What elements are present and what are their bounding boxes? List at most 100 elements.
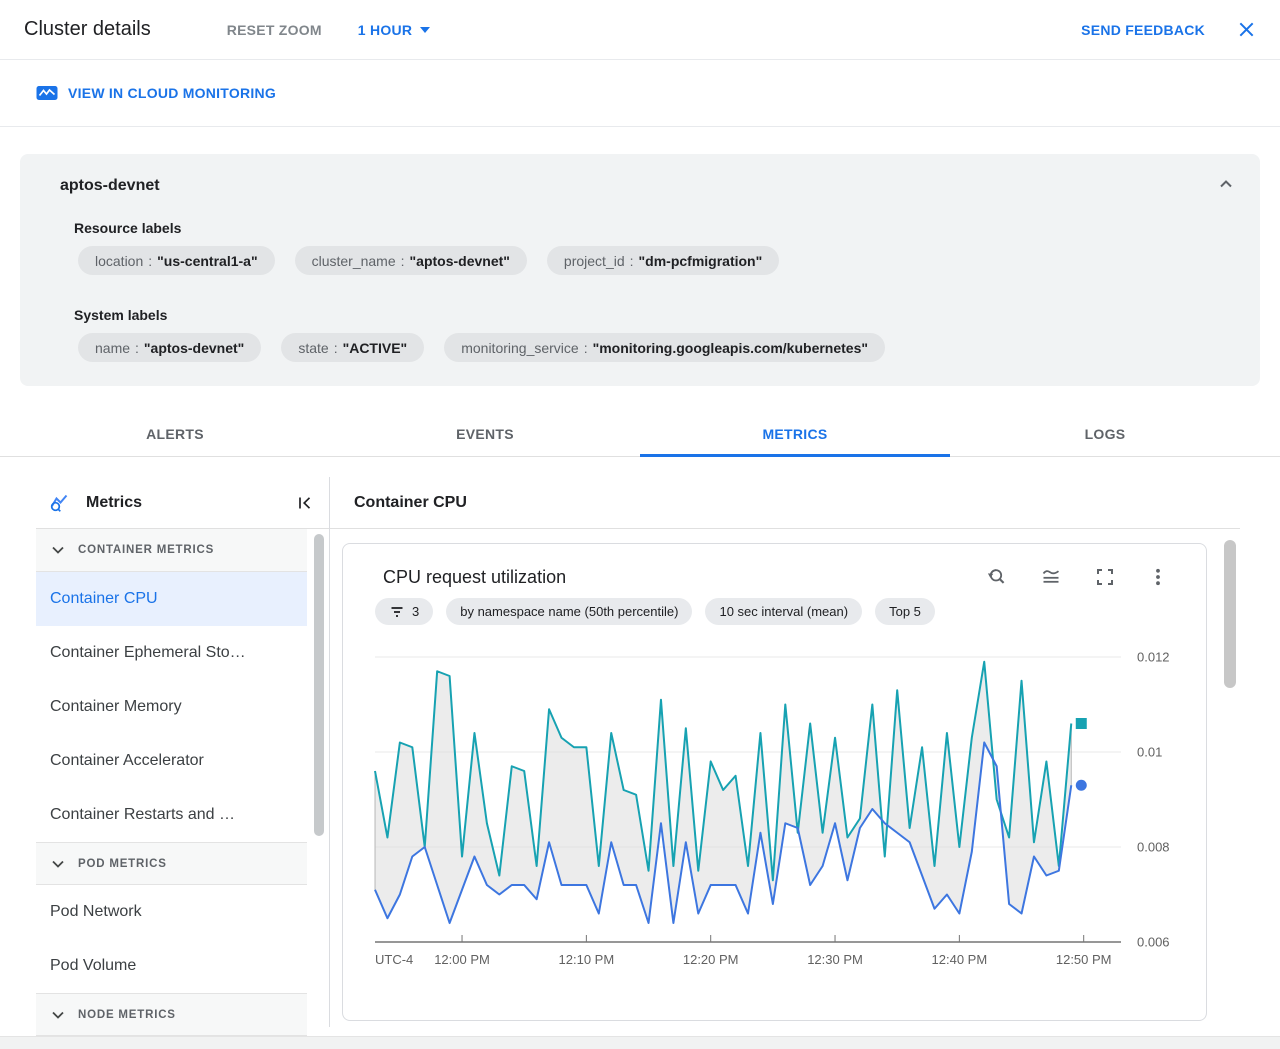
blue-series-end-marker [1075,779,1087,791]
svg-text:12:20 PM: 12:20 PM [683,952,739,967]
tab-alerts[interactable]: ALERTS [20,411,330,456]
system-label-chip: state: "ACTIVE" [281,333,425,362]
statistics-button[interactable] [1040,566,1062,588]
cluster-name-title: aptos-devnet [60,177,160,194]
bottom-scrollbar-track[interactable] [0,1036,1280,1049]
sidebar-scrollbar[interactable] [314,534,324,836]
metrics-sidebar: Metrics CONTAINER METRICS Container CPU … [36,477,330,1036]
svg-text:UTC-4: UTC-4 [375,952,413,967]
resource-label-chip: cluster_name: "aptos-devnet" [294,246,527,275]
system-label-chip: name: "aptos-devnet" [78,333,262,362]
send-feedback-button[interactable]: SEND FEEDBACK [1081,22,1205,38]
system-label-chip: monitoring_service: "monitoring.googleapi… [444,333,886,362]
fullscreen-button[interactable] [1095,567,1115,587]
label-separator: : [629,252,634,269]
metrics-icon [50,494,68,512]
label-key: project_id [563,252,625,269]
section-node-metrics[interactable]: NODE METRICS [36,993,307,1036]
view-in-cloud-monitoring-link[interactable]: VIEW IN CLOUD MONITORING [36,85,276,102]
zoom-reset-icon [987,569,1005,584]
fullscreen-icon [1097,569,1113,585]
section-label: POD METRICS [78,857,167,870]
sidebar-item-container-cpu[interactable]: Container CPU [36,572,307,626]
svg-text:0.012: 0.012 [1137,650,1170,665]
svg-text:12:40 PM: 12:40 PM [932,952,988,967]
tab-metrics[interactable]: METRICS [640,411,950,457]
label-value: "aptos-devnet" [409,252,510,269]
kebab-menu-icon [1156,568,1160,586]
system-labels-row: name: "aptos-devnet" state: "ACTIVE" monit… [78,333,1240,362]
svg-text:0.01: 0.01 [1137,745,1162,760]
filter-icon [391,606,403,617]
sidebar-item-container-memory[interactable]: Container Memory [36,680,307,734]
label-value: "monitoring.googleapis.com/kubernetes" [592,339,869,356]
monitoring-icon [36,85,58,100]
label-separator: : [583,339,588,356]
resource-labels-heading: Resource labels [74,220,182,236]
system-labels-heading: System labels [74,307,168,323]
resource-label-chip: project_id: "dm-pcfmigration" [546,246,780,275]
svg-text:12:50 PM: 12:50 PM [1056,952,1112,967]
metrics-list: CONTAINER METRICS Container CPU Containe… [36,529,329,1036]
label-key: cluster_name [311,252,396,269]
label-separator: : [400,252,405,269]
content-scrollbar[interactable] [1224,540,1236,688]
svg-text:0.008: 0.008 [1137,840,1170,855]
tab-logs[interactable]: LOGS [950,411,1260,456]
collapse-panel-button[interactable] [295,493,315,513]
reset-zoom-button[interactable]: RESET ZOOM [227,22,322,38]
section-container-metrics[interactable]: CONTAINER METRICS [36,529,307,572]
chevron-up-icon [1220,180,1232,188]
sidebar-item-container-restarts[interactable]: Container Restarts and … [36,788,307,842]
cpu-chart-svg[interactable]: 0.006 0.008 0.01 0.012 12:00 PM 12:10 PM 12:20… [343,631,1206,976]
chart-title: CPU request utilization [383,566,567,587]
metrics-panel-title: Metrics [86,493,143,511]
tab-bar: ALERTS EVENTS METRICS LOGS [0,411,1280,457]
group-by-chip[interactable]: by namespace name (50th percentile) [446,598,693,625]
view-in-cloud-monitoring-label: VIEW IN CLOUD MONITORING [68,85,276,101]
time-range-dropdown[interactable]: 1 HOUR [357,21,431,38]
subbar: VIEW IN CLOUD MONITORING [0,60,1280,127]
section-label: CONTAINER METRICS [78,544,215,556]
sidebar-item-container-ephemeral-storage[interactable]: Container Ephemeral Sto… [36,626,307,680]
cluster-summary-card: aptos-devnet Resource labels location: "u… [20,154,1260,386]
panel-collapse-icon [299,496,311,509]
collapse-card-button[interactable] [1216,174,1236,194]
section-pod-metrics[interactable]: POD METRICS [36,842,307,885]
chart-filter-chips: 3 by namespace name (50th percentile) 10… [375,598,1206,625]
time-range-label: 1 HOUR [357,21,413,38]
topbar: Cluster details RESET ZOOM 1 HOUR SEND F… [0,0,1280,60]
svg-text:12:10 PM: 12:10 PM [559,952,615,967]
chart-pane: Container CPU CPU request utilization 3 … [330,477,1240,1027]
label-separator: : [148,252,153,269]
sidebar-item-pod-network[interactable]: Pod Network [36,885,307,939]
caret-down-icon [420,26,431,33]
top-n-chip[interactable]: Top 5 [875,598,935,625]
svg-text:0.006: 0.006 [1137,935,1170,950]
label-key: state [298,339,329,356]
more-options-button[interactable] [1148,567,1168,587]
filter-count-chip[interactable]: 3 [375,598,434,625]
sidebar-item-pod-volume[interactable]: Pod Volume [36,939,307,993]
resource-labels-row: location: "us-central1-a" cluster_name: "a… [78,246,1240,275]
pane-title: Container CPU [330,477,1240,529]
cluster-details-panel: Cluster details RESET ZOOM 1 HOUR SEND F… [0,0,1280,1049]
close-button[interactable] [1237,20,1256,39]
teal-series-end-marker [1075,718,1087,729]
label-value: "us-central1-a" [157,252,258,269]
chart-toolbar [985,566,1168,588]
chevron-down-icon [52,860,64,868]
metrics-content: Metrics CONTAINER METRICS Container CPU … [36,477,1240,1036]
label-value: "dm-pcfmigration" [638,252,763,269]
zoom-reset-button[interactable] [985,566,1007,588]
tab-events[interactable]: EVENTS [330,411,640,456]
svg-text:12:00 PM: 12:00 PM [434,952,490,967]
label-key: location [95,252,144,269]
chevron-down-icon [52,1011,64,1019]
label-separator: : [135,339,139,356]
label-value: "ACTIVE" [342,339,408,356]
statistics-icon [1042,570,1060,583]
interval-chip[interactable]: 10 sec interval (mean) [705,598,863,625]
chevron-down-icon [52,546,64,554]
sidebar-item-container-accelerator[interactable]: Container Accelerator [36,734,307,788]
